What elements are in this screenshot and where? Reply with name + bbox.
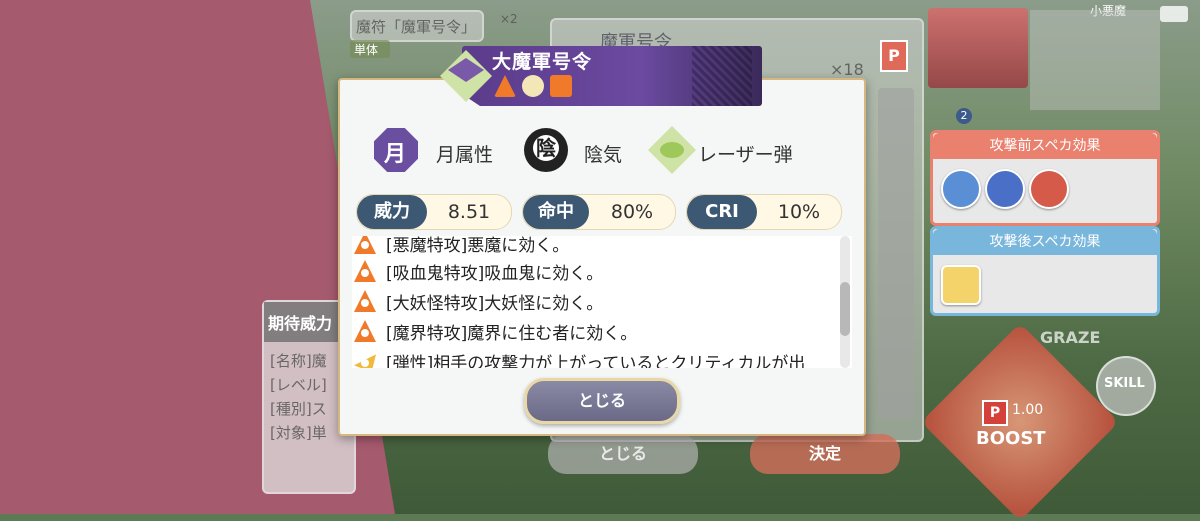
menu-icon[interactable] [1160, 6, 1188, 22]
fire-icon [354, 236, 376, 254]
stat-value: 10% [777, 201, 821, 223]
stat-accuracy: 命中 80% [522, 194, 676, 230]
boost-value: 1.00 [1012, 402, 1044, 418]
fire-icon [354, 320, 376, 342]
stat-critical: CRI 10% [686, 194, 842, 230]
dialog-title-bar: 大魔軍号令 [440, 44, 762, 108]
card-count: ×2 [500, 12, 518, 26]
skill-count: ×18 [830, 60, 864, 79]
power-item-icon: P [880, 40, 908, 72]
target-badge: 単体 [350, 40, 390, 58]
list-scroll-thumb[interactable] [840, 282, 850, 336]
moon-icon: 月 [374, 128, 418, 172]
back-close-button[interactable]: とじる [548, 434, 698, 474]
info-line: [レベル] [270, 376, 327, 394]
close-button[interactable]: とじる [524, 378, 680, 424]
boost-label: BOOST [976, 428, 1046, 449]
stat-value: 80% [610, 201, 654, 223]
post-attack-effect-panel: 攻撃後スペカ効果 [930, 226, 1160, 316]
stat-key: 威力 [357, 195, 427, 229]
stat-power: 威力 8.51 [356, 194, 512, 230]
list-item: [悪魔特攻]悪魔に効く。 [352, 236, 842, 258]
attribute-label: 月属性 [436, 144, 494, 166]
skill-button[interactable]: SKILL [1096, 356, 1156, 416]
stat-key: 命中 [523, 195, 589, 229]
effect-icon-2[interactable] [985, 169, 1025, 209]
info-line: [対象]単 [270, 424, 327, 442]
card-title: 魔符「魔軍号令」 [356, 18, 477, 36]
card-title-tag: 魔符「魔軍号令」 [350, 10, 484, 42]
pre-attack-effect-panel: 攻撃前スペカ効果 [930, 130, 1160, 226]
spark-icon [354, 354, 376, 368]
level-badge: 2 [956, 108, 972, 124]
attribute-label: レーザー弾 [698, 144, 793, 166]
character-slot-bg [1030, 10, 1160, 110]
list-item: [吸血鬼特攻]吸血鬼に効く。 [352, 256, 842, 286]
list-item: [大妖怪特攻]大妖怪に効く。 [352, 286, 842, 316]
stat-value: 8.51 [447, 201, 491, 223]
post-attack-effect-title: 攻撃後スペカ効果 [933, 229, 1157, 255]
boost-power-icon: P [982, 400, 1008, 426]
stat-key: CRI [687, 195, 757, 229]
fire-icon [354, 260, 376, 282]
info-line: [種別]ス [270, 400, 327, 418]
fire-icon [354, 290, 376, 312]
dialog-title: 大魔軍号令 [492, 51, 593, 73]
effect-icon-1[interactable] [941, 169, 981, 209]
info-line: [名称]魔 [270, 352, 327, 370]
list-item: [魔界特攻]魔界に住む者に効く。 [352, 316, 842, 346]
effect-icon-3[interactable] [1029, 169, 1069, 209]
decide-button[interactable]: 決定 [750, 434, 900, 474]
spark-icon [522, 75, 544, 97]
attribute-label: 陰気 [584, 144, 623, 166]
flame-icon [550, 75, 572, 97]
pre-attack-effect-title: 攻撃前スペカ効果 [933, 133, 1157, 159]
side-scroll-bg [878, 88, 914, 418]
list-item: [弾性]相手の攻撃力が上がっているとクリティカルが出 [352, 346, 842, 368]
yin-icon: 陰 [524, 128, 568, 172]
effect-list[interactable]: [悪魔特攻]悪魔に効く。 [吸血鬼特攻]吸血鬼に効く。 [大妖怪特攻]大妖怪に効… [352, 236, 852, 368]
graze-label: GRAZE [1040, 328, 1101, 347]
power-effect-icon[interactable] [941, 265, 981, 305]
character-portrait[interactable] [928, 8, 1028, 88]
